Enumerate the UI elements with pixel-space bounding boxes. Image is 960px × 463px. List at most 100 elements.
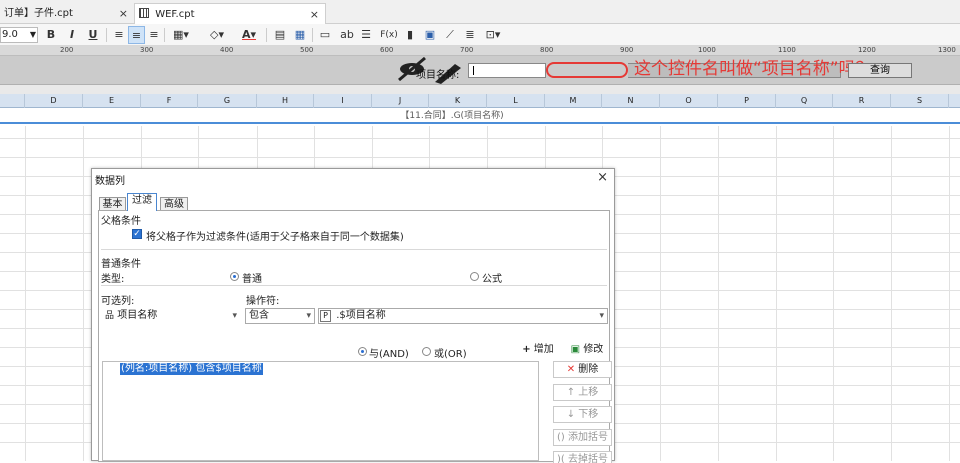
move-down-button[interactable]: ↓ 下移 <box>553 406 612 423</box>
filter-panel: 父格条件 ✓ 将父格子作为过滤条件(适用于父子格来自于同一个数据集) 普通条件 … <box>98 210 612 463</box>
remove-bracket-button[interactable]: )( 去掉括号 <box>553 451 612 463</box>
type-normal-radio[interactable] <box>230 272 239 281</box>
tab-basic[interactable]: 基本 <box>99 197 126 210</box>
border-icon[interactable]: ▦▾ <box>168 26 194 44</box>
type-formula-radio[interactable] <box>470 272 479 281</box>
or-radio[interactable] <box>422 347 431 356</box>
column-header[interactable]: K <box>429 94 487 108</box>
column-header[interactable]: M <box>545 94 602 108</box>
delete-icon: ✕ <box>566 364 576 375</box>
align-center-icon[interactable]: ≡ <box>128 26 145 44</box>
and-radio[interactable] <box>358 347 367 356</box>
merge-cells-icon[interactable]: ▤ <box>272 26 288 44</box>
column-header[interactable]: J <box>372 94 429 108</box>
or-label: 或(OR) <box>434 349 467 360</box>
column-header[interactable]: O <box>660 94 718 108</box>
operator-select-value: 包含 <box>249 310 269 321</box>
column-header[interactable]: R <box>833 94 891 108</box>
toolbar-divider <box>106 28 107 42</box>
ruler-label: 400 <box>220 46 234 54</box>
ruler-label: 1300 <box>938 46 956 54</box>
column-header[interactable]: F <box>141 94 198 108</box>
condition-list[interactable]: (列名:项目名称) 包含$项目名称 <box>102 361 539 461</box>
column-select-value: 项目名称 <box>117 310 158 321</box>
tab-wef-cpt[interactable]: WEF.cpt × <box>134 3 326 24</box>
font-size-value: 9.0 <box>2 29 18 40</box>
parameter-value-select[interactable]: P .$项目名称 ▾ <box>318 308 608 324</box>
tab-filter[interactable]: 过滤 <box>127 193 157 211</box>
column-header[interactable]: Q <box>776 94 833 108</box>
underline-button[interactable]: U <box>86 26 100 44</box>
parameter-spacer <box>0 85 960 94</box>
insert-row-icon[interactable]: ▭ <box>316 26 334 44</box>
arrow-down-icon: ↓ <box>566 409 576 420</box>
condition-item[interactable]: (列名:项目名称) 包含$项目名称 <box>120 363 263 375</box>
delete-button[interactable]: ✕ 删除 <box>553 361 612 378</box>
column-header[interactable]: E <box>83 94 141 108</box>
column-header[interactable]: N <box>602 94 660 108</box>
operator-label: 操作符: <box>246 296 280 307</box>
column-header[interactable]: D <box>25 94 83 108</box>
parameter-value: .$项目名称 <box>336 310 386 321</box>
tab-subitem-cpt[interactable]: 订单】子件.cpt × <box>0 3 134 24</box>
operator-select[interactable]: 包含 ▾ <box>245 308 315 324</box>
project-name-label: 项目名称: <box>416 70 460 81</box>
paragraph-icon[interactable]: ☰ <box>358 26 374 44</box>
bold-button[interactable]: B <box>44 26 58 44</box>
column-header[interactable]: H <box>257 94 314 108</box>
column-header[interactable]: L <box>487 94 545 108</box>
add-bracket-button[interactable]: () 添加括号 <box>553 429 612 446</box>
arrow-up-icon: ↑ <box>566 387 576 398</box>
question-annotation: 这个控件名叫做“项目名称”吗？ <box>634 59 873 79</box>
modify-condition-button[interactable]: ▣ 修改 <box>565 342 609 358</box>
add-condition-button[interactable]: + 增加 <box>517 342 559 358</box>
tab-label: 订单】子件.cpt <box>4 8 73 19</box>
delete-label: 删除 <box>578 364 599 375</box>
remove-bracket-label: 去掉括号 <box>568 454 608 463</box>
bracket-remove-icon: )( <box>557 454 565 463</box>
italic-button[interactable]: I <box>66 26 78 44</box>
ruler-label: 300 <box>140 46 154 54</box>
fill-color-icon[interactable]: ◇▾ <box>204 26 230 44</box>
add-bracket-label: 添加括号 <box>568 432 608 443</box>
chart-icon[interactable]: ▮ <box>402 26 418 44</box>
project-name-cell[interactable]: 【11.合同】.G(项目名称) <box>372 109 532 123</box>
column-header[interactable]: G <box>198 94 257 108</box>
align-left-icon[interactable]: ≡ <box>111 26 127 44</box>
align-right-icon[interactable]: ≡ <box>146 26 162 44</box>
report-row[interactable]: 【11.合同】.G(项目名称) <box>0 108 960 124</box>
column-header-stub[interactable] <box>0 94 25 108</box>
font-size-select[interactable]: 9.0 ▼ <box>0 27 38 43</box>
column-select[interactable]: 品 项目名称 ▾ <box>101 308 241 324</box>
move-up-button[interactable]: ↑ 上移 <box>553 384 612 401</box>
move-up-label: 上移 <box>578 387 599 398</box>
split-cells-icon[interactable]: ▦ <box>292 26 308 44</box>
project-name-input[interactable] <box>468 63 546 78</box>
ruler-label: 1200 <box>858 46 876 54</box>
tab-label: WEF.cpt <box>155 9 195 20</box>
tab-close-icon[interactable]: × <box>119 3 128 24</box>
query-button[interactable]: 查询 <box>848 63 912 78</box>
grid-line <box>776 126 777 461</box>
formula-button[interactable]: F(x) <box>378 26 400 44</box>
column-icon: 品 <box>105 311 115 321</box>
ruler-label: 800 <box>540 46 554 54</box>
text-caret <box>473 66 474 75</box>
column-header[interactable]: I <box>314 94 372 108</box>
tab-advanced[interactable]: 高级 <box>160 197 188 210</box>
close-icon[interactable]: × <box>597 170 608 185</box>
column-header[interactable]: S <box>891 94 949 108</box>
text-color-icon[interactable]: A▾ <box>236 26 262 44</box>
grid-line <box>83 126 84 461</box>
ruler-label: 900 <box>620 46 634 54</box>
edit-icon: ▣ <box>570 344 581 355</box>
parent-filter-checkbox[interactable]: ✓ <box>132 229 142 239</box>
subreport-icon[interactable]: ⊡▾ <box>482 26 504 44</box>
slash-icon[interactable]: ⟋ <box>442 26 458 44</box>
text-field-button[interactable]: ab <box>338 26 356 44</box>
image-icon[interactable]: ▣ <box>422 26 438 44</box>
list-icon[interactable]: ≣ <box>462 26 478 44</box>
column-header[interactable]: P <box>718 94 776 108</box>
tab-close-icon[interactable]: × <box>310 4 319 25</box>
parent-filter-label: 将父格子作为过滤条件(适用于父子格来自于同一个数据集) <box>146 232 404 243</box>
